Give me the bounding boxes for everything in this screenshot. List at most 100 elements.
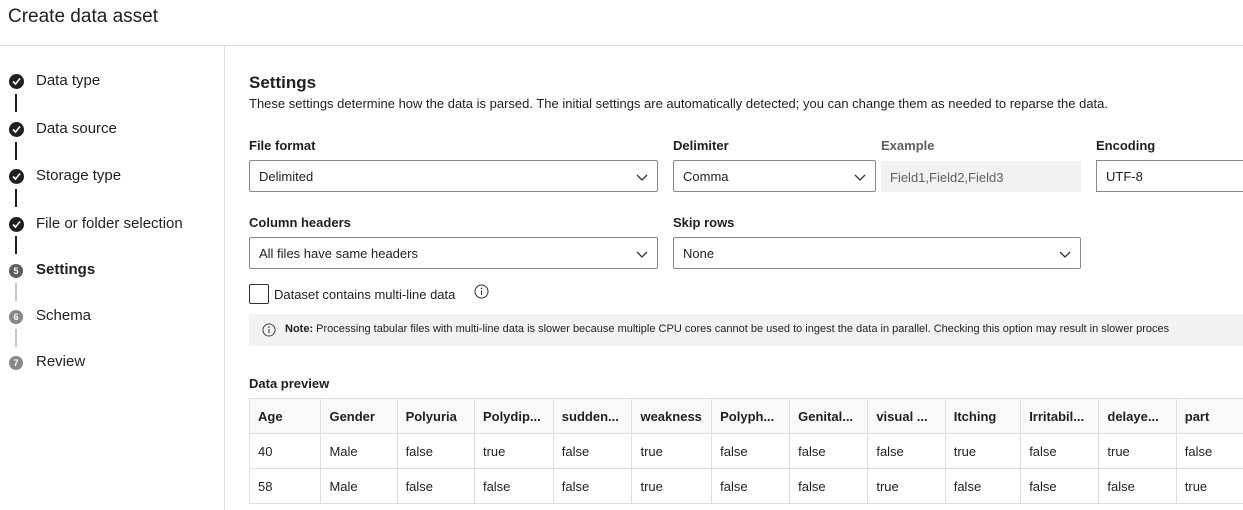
example-field: Field1,Field2,Field3 bbox=[881, 161, 1081, 192]
column-header[interactable]: Polyph... bbox=[711, 398, 791, 434]
column-header[interactable]: Gender bbox=[320, 398, 398, 434]
table-cell: false bbox=[396, 433, 475, 469]
table-cell: false bbox=[473, 468, 554, 504]
chevron-down-icon bbox=[636, 174, 648, 181]
info-icon[interactable] bbox=[474, 284, 489, 299]
step-connector bbox=[15, 329, 17, 347]
step-data-source[interactable]: Data source bbox=[0, 118, 225, 142]
file-format-dropdown[interactable]: Delimited bbox=[249, 160, 658, 192]
step-number-badge: 5 bbox=[9, 264, 23, 278]
note-body: Processing tabular files with multi-line… bbox=[316, 323, 1170, 335]
check-circle-icon bbox=[9, 217, 24, 232]
table-cell: 58 bbox=[249, 468, 322, 504]
dropdown-value: All files have same headers bbox=[259, 246, 418, 261]
info-icon bbox=[262, 323, 276, 337]
step-review[interactable]: 7 Review bbox=[0, 351, 225, 375]
column-header[interactable]: Age bbox=[249, 398, 322, 434]
table-cell: false bbox=[1020, 433, 1100, 469]
check-circle-icon bbox=[9, 122, 24, 137]
column-header[interactable]: Genital... bbox=[789, 398, 869, 434]
step-label: Data source bbox=[36, 120, 117, 137]
step-schema[interactable]: 6 Schema bbox=[0, 305, 225, 329]
table-cell: false bbox=[552, 433, 633, 469]
column-headers-label: Column headers bbox=[249, 215, 351, 230]
step-data-type[interactable]: Data type bbox=[0, 70, 225, 94]
column-header[interactable]: part bbox=[1175, 398, 1243, 434]
table-cell: true bbox=[473, 433, 554, 469]
table-cell: false bbox=[711, 468, 791, 504]
dropdown-value: None bbox=[683, 246, 715, 261]
table-cell: false bbox=[396, 468, 475, 504]
step-connector bbox=[15, 283, 17, 301]
encoding-label: Encoding bbox=[1096, 138, 1156, 153]
note-prefix: Note: bbox=[285, 323, 314, 335]
skip-rows-dropdown[interactable]: None bbox=[673, 237, 1081, 269]
delimiter-label: Delimiter bbox=[673, 138, 729, 153]
section-description: These settings determine how the data is… bbox=[249, 96, 1109, 111]
multiline-checkbox[interactable] bbox=[249, 284, 269, 304]
dialog-header: Create data asset bbox=[0, 0, 1243, 46]
table-cell: Male bbox=[320, 433, 398, 469]
check-circle-icon bbox=[9, 74, 24, 89]
encoding-dropdown[interactable]: UTF-8 bbox=[1096, 160, 1243, 192]
dropdown-value: Delimited bbox=[259, 169, 314, 184]
table-cell: Male bbox=[320, 468, 398, 504]
step-storage-type[interactable]: Storage type bbox=[0, 165, 225, 189]
table-cell: false bbox=[867, 433, 946, 469]
dropdown-value: UTF-8 bbox=[1106, 169, 1143, 184]
table-cell: false bbox=[1098, 468, 1177, 504]
table-row: 58 Male false false false true false false true f… bbox=[249, 468, 1243, 504]
table-cell: false bbox=[1175, 433, 1243, 469]
column-header[interactable]: sudden... bbox=[552, 398, 633, 434]
page-title: Create data asset bbox=[8, 6, 158, 27]
table-cell: false bbox=[1020, 468, 1100, 504]
multiline-checkbox-label[interactable]: Dataset contains multi-line data bbox=[274, 287, 455, 302]
step-number-badge: 7 bbox=[9, 356, 23, 370]
example-value: Field1,Field2,Field3 bbox=[890, 170, 1004, 185]
step-label: Settings bbox=[36, 261, 96, 278]
chevron-down-icon bbox=[636, 251, 648, 258]
data-preview-label: Data preview bbox=[249, 376, 330, 391]
step-label: File or folder selection bbox=[36, 215, 183, 232]
column-headers-dropdown[interactable]: All files have same headers bbox=[249, 237, 658, 269]
step-label: Review bbox=[36, 353, 86, 370]
table-header-row: Age Gender Polyuria Polydip... sudden... weak… bbox=[249, 398, 1243, 434]
step-connector bbox=[15, 142, 17, 160]
delimiter-dropdown[interactable]: Comma bbox=[673, 160, 876, 192]
step-connector bbox=[15, 236, 17, 254]
section-title: Settings bbox=[249, 73, 317, 92]
column-header[interactable]: weakness bbox=[631, 398, 713, 434]
step-label: Data type bbox=[36, 72, 101, 89]
table-cell: true bbox=[631, 468, 713, 504]
table-cell: false bbox=[789, 433, 869, 469]
column-header[interactable]: delaye... bbox=[1098, 398, 1177, 434]
column-header[interactable]: Irritabil... bbox=[1020, 398, 1100, 434]
column-header[interactable]: visual ... bbox=[867, 398, 946, 434]
table-cell: 40 bbox=[249, 433, 322, 469]
example-label: Example bbox=[881, 138, 935, 153]
table-cell: false bbox=[789, 468, 869, 504]
step-settings[interactable]: 5 Settings bbox=[0, 259, 225, 283]
column-header[interactable]: Polydip... bbox=[473, 398, 554, 434]
table-cell: false bbox=[944, 468, 1022, 504]
step-number-badge: 6 bbox=[9, 310, 23, 324]
table-row: 40 Male false true false true false false false t… bbox=[249, 433, 1243, 469]
check-circle-icon bbox=[9, 169, 24, 184]
note-text: Note: Processing tabular files with mult… bbox=[285, 323, 1169, 335]
table-cell: true bbox=[944, 433, 1022, 469]
info-note-banner: Note: Processing tabular files with mult… bbox=[249, 314, 1243, 346]
wizard-steps: Data type Data source Storage type File … bbox=[0, 46, 225, 510]
table-cell: true bbox=[1175, 468, 1243, 504]
table-cell: false bbox=[711, 433, 791, 469]
table-cell: true bbox=[867, 468, 946, 504]
skip-rows-label: Skip rows bbox=[673, 215, 735, 230]
table-cell: true bbox=[1098, 433, 1177, 469]
data-preview-grid[interactable]: Age Gender Polyuria Polydip... sudden... weak… bbox=[249, 398, 1243, 510]
chevron-down-icon bbox=[1059, 251, 1071, 258]
column-header[interactable]: Polyuria bbox=[396, 398, 475, 434]
dropdown-value: Comma bbox=[683, 169, 729, 184]
step-connector bbox=[15, 94, 17, 112]
column-header[interactable]: Itching bbox=[944, 398, 1022, 434]
data-preview-table: Age Gender Polyuria Polydip... sudden... weak… bbox=[249, 398, 1243, 504]
step-file-selection[interactable]: File or folder selection bbox=[0, 213, 225, 237]
